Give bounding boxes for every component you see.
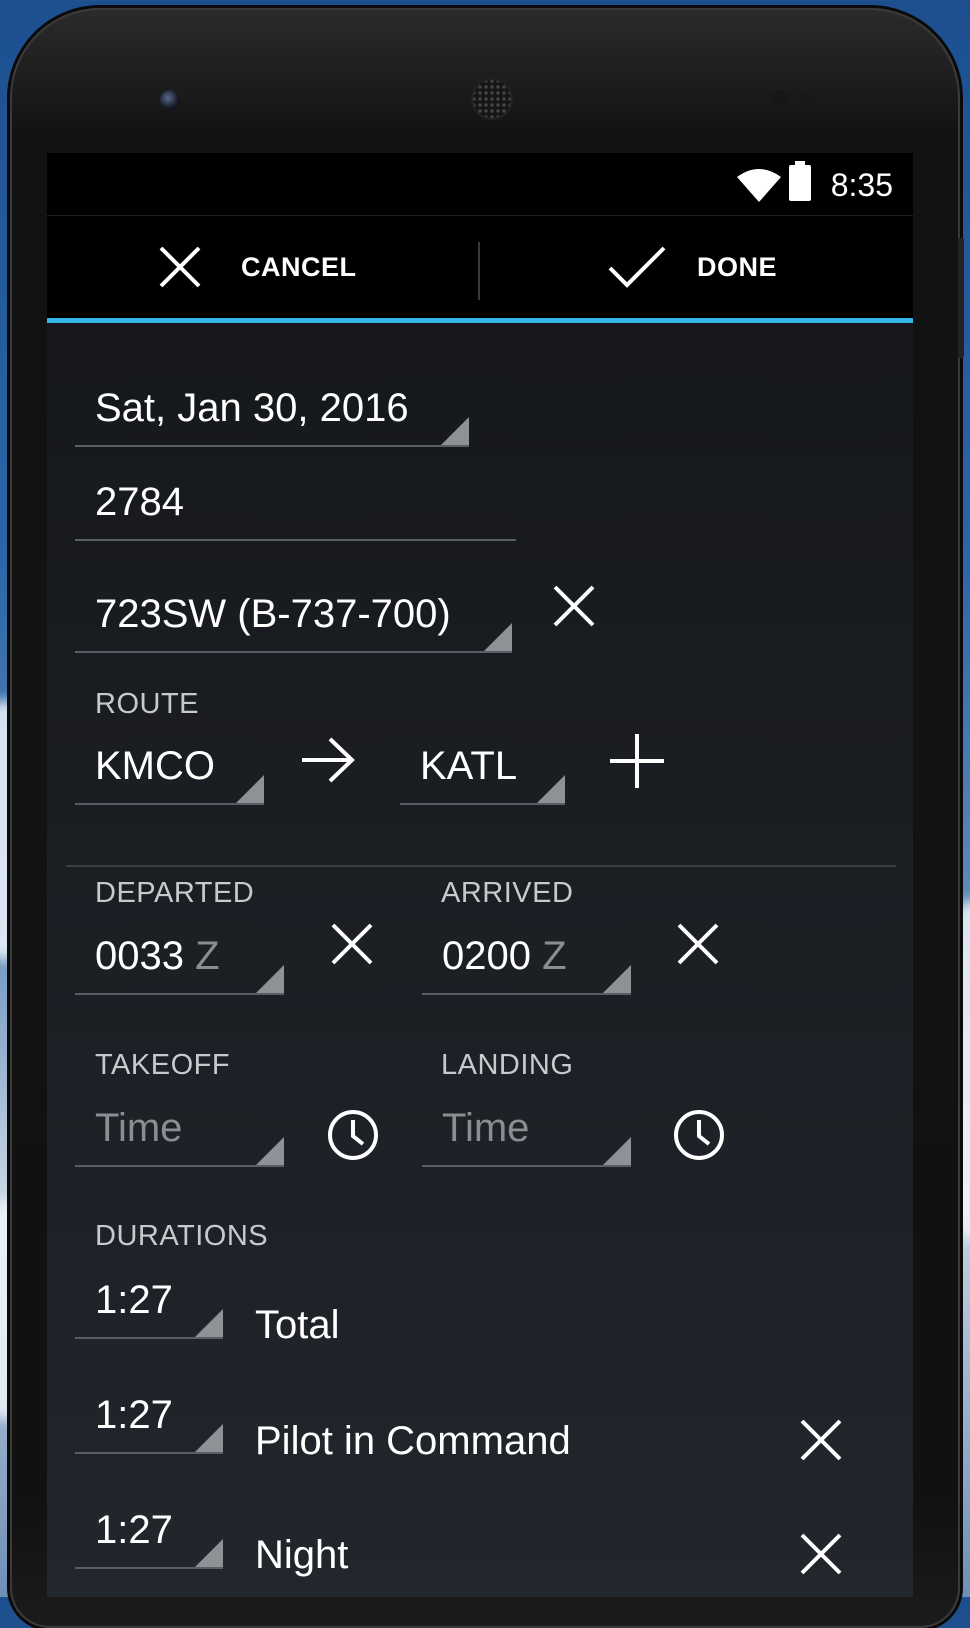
takeoff-label: TAKEOFF	[95, 1049, 231, 1081]
dropdown-indicator	[256, 965, 284, 993]
dropdown-indicator	[441, 417, 469, 445]
duration-value: 1:27	[95, 1508, 173, 1552]
remove-duration-icon[interactable]	[798, 1417, 844, 1463]
arrived-label: ARRIVED	[441, 877, 574, 909]
landing-placeholder: Time	[442, 1106, 530, 1150]
duration-name: Pilot in Command	[255, 1419, 571, 1463]
departed-value: 0033 Z	[95, 934, 220, 979]
close-icon	[159, 246, 201, 288]
flight-number-field[interactable]: 2784	[75, 469, 516, 541]
route-from-value: KMCO	[95, 744, 215, 788]
dropdown-indicator	[484, 623, 512, 651]
clock-icon[interactable]	[673, 1109, 725, 1161]
departed-label: DEPARTED	[95, 877, 255, 909]
battery-icon	[789, 161, 811, 201]
remove-duration-icon[interactable]	[798, 1531, 844, 1577]
dropdown-indicator	[195, 1424, 223, 1452]
arrived-value: 0200 Z	[442, 934, 567, 979]
landing-label: LANDING	[441, 1049, 574, 1081]
takeoff-time-picker[interactable]: Time	[75, 1095, 284, 1167]
light-sensor	[800, 93, 810, 103]
departed-zone: Z	[195, 934, 220, 978]
duration-value: 1:27	[95, 1278, 173, 1322]
duration-total-picker[interactable]: 1:27	[75, 1267, 223, 1339]
arrived-time: 0200	[442, 934, 531, 978]
duration-name: Night	[255, 1533, 349, 1577]
action-divider	[478, 242, 480, 300]
landing-time-picker[interactable]: Time	[422, 1095, 631, 1167]
accent-line	[47, 318, 913, 323]
date-picker[interactable]: Sat, Jan 30, 2016	[75, 375, 469, 447]
departed-time: 0033	[95, 934, 184, 978]
dropdown-indicator	[236, 775, 264, 803]
section-divider	[66, 865, 896, 867]
action-bar: CANCEL DONE	[47, 215, 913, 323]
duration-night-picker[interactable]: 1:27	[75, 1497, 223, 1569]
flight-number-value: 2784	[95, 480, 184, 524]
clear-departed-icon[interactable]	[329, 921, 375, 967]
status-time: 8:35	[830, 167, 893, 203]
cancel-button[interactable]: CANCEL	[157, 216, 457, 318]
proximity-sensor	[772, 90, 788, 106]
durations-label: DURATIONS	[95, 1220, 269, 1252]
route-to-value: KATL	[420, 744, 518, 788]
checkmark-icon	[608, 246, 666, 288]
arrow-right-icon	[302, 737, 355, 783]
aircraft-picker[interactable]: 723SW (B-737-700)	[75, 581, 512, 653]
duration-pic-picker[interactable]: 1:27	[75, 1382, 223, 1454]
duration-value: 1:27	[95, 1393, 173, 1437]
front-camera	[160, 90, 180, 110]
add-route-icon[interactable]	[608, 732, 666, 790]
done-label: DONE	[697, 251, 778, 282]
done-button[interactable]: DONE	[607, 216, 867, 318]
earpiece-speaker	[471, 78, 513, 120]
clear-arrived-icon[interactable]	[675, 921, 721, 967]
cancel-label: CANCEL	[241, 251, 357, 282]
route-label: ROUTE	[95, 688, 199, 720]
screen: 8:35 CANCEL DONE Sat, Jan 30, 2016 2784 …	[47, 153, 913, 1597]
dropdown-indicator	[603, 965, 631, 993]
dropdown-indicator	[537, 775, 565, 803]
arrived-zone: Z	[542, 934, 567, 978]
dropdown-indicator	[195, 1309, 223, 1337]
dropdown-indicator	[256, 1137, 284, 1165]
dropdown-indicator	[603, 1137, 631, 1165]
arrived-time-picker[interactable]: 0200 Z	[422, 923, 631, 995]
route-to-picker[interactable]: KATL	[400, 733, 565, 805]
duration-name: Total	[255, 1303, 340, 1347]
route-from-picker[interactable]: KMCO	[75, 733, 264, 805]
dropdown-indicator	[195, 1539, 223, 1567]
power-button	[958, 238, 964, 358]
departed-time-picker[interactable]: 0033 Z	[75, 923, 284, 995]
clock-icon[interactable]	[327, 1109, 379, 1161]
date-value: Sat, Jan 30, 2016	[95, 386, 409, 430]
aircraft-value: 723SW (B-737-700)	[95, 592, 451, 636]
wifi-icon	[737, 169, 781, 202]
status-bar: 8:35	[47, 153, 913, 215]
clear-aircraft-icon[interactable]	[551, 583, 597, 629]
takeoff-placeholder: Time	[95, 1106, 183, 1150]
